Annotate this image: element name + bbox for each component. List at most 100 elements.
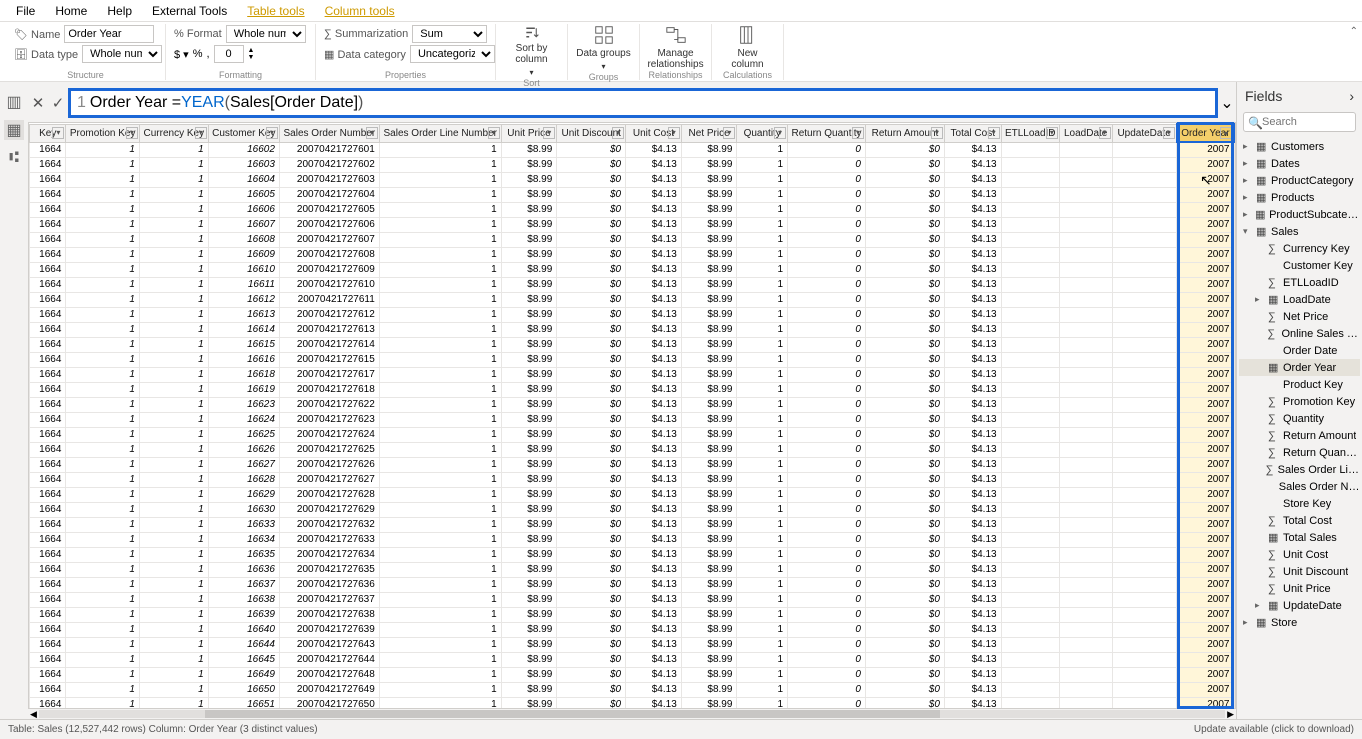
table-row[interactable]: 16641116612200704217276111$8.99$0$4.13$8… (30, 292, 1235, 307)
menu-external-tools[interactable]: External Tools (142, 1, 237, 21)
table-node-store[interactable]: ▸▦Store (1239, 614, 1360, 631)
table-row[interactable]: 16641116613200704217276121$8.99$0$4.13$8… (30, 307, 1235, 322)
field-unit-price[interactable]: ∑Unit Price (1239, 580, 1360, 597)
table-row[interactable]: 16641116625200704217276241$8.99$0$4.13$8… (30, 427, 1235, 442)
table-row[interactable]: 16641116627200704217276261$8.99$0$4.13$8… (30, 457, 1235, 472)
menu-help[interactable]: Help (97, 1, 142, 21)
table-row[interactable]: 16641116637200704217276361$8.99$0$4.13$8… (30, 577, 1235, 592)
col-header-unit-discount[interactable]: Unit Discount▾ (557, 124, 626, 142)
decimals-input[interactable] (214, 45, 244, 63)
field-promotion-key[interactable]: ∑Promotion Key (1239, 393, 1360, 410)
currency-btn[interactable]: $ ▾ (174, 48, 189, 61)
data-grid[interactable]: Key▾Promotion Key▾Currency Key▾Customer … (28, 122, 1236, 709)
formula-expand-icon[interactable]: ⌄ (1218, 88, 1236, 118)
table-node-productcategory[interactable]: ▸▦ProductCategory (1239, 172, 1360, 189)
filter-drop-icon[interactable]: ▾ (774, 127, 786, 139)
manage-relationships-button[interactable]: Manage relationships (648, 24, 703, 70)
col-header-loaddate[interactable]: LoadDate▾ (1059, 124, 1112, 142)
filter-drop-icon[interactable]: ▾ (266, 127, 278, 139)
data-view-icon[interactable]: ▦ (4, 120, 24, 140)
dec-down[interactable]: ▼ (248, 54, 255, 61)
field-updatedate[interactable]: ▸▦UpdateDate (1239, 597, 1360, 614)
field-order-date[interactable]: Order Date (1239, 342, 1360, 359)
col-header-return-amount[interactable]: Return Amount▾ (865, 124, 944, 142)
table-row[interactable]: 16641116618200704217276171$8.99$0$4.13$8… (30, 367, 1235, 382)
field-currency-key[interactable]: ∑Currency Key (1239, 240, 1360, 257)
model-view-icon[interactable]: ⑆ (4, 148, 24, 168)
col-header-currency-key[interactable]: Currency Key▾ (139, 124, 208, 142)
col-header-updatedate[interactable]: UpdateDate▾ (1112, 124, 1177, 142)
table-row[interactable]: 16641116602200704217276011$8.99$0$4.13$8… (30, 142, 1235, 157)
percent-btn[interactable]: % (193, 48, 203, 60)
table-row[interactable]: 16641116615200704217276141$8.99$0$4.13$8… (30, 337, 1235, 352)
col-header-customer-key[interactable]: Customer Key▾ (208, 124, 279, 142)
filter-drop-icon[interactable]: ▾ (488, 127, 500, 139)
sort-by-column-button[interactable]: Sort by column▾ (504, 24, 559, 78)
filter-drop-icon[interactable]: ▾ (852, 127, 864, 139)
field-online-sales-key[interactable]: ∑Online Sales Key (1239, 325, 1360, 342)
field-order-year[interactable]: ▦Order Year (1239, 359, 1360, 376)
col-header-order-year[interactable]: Order Year▾ (1177, 124, 1234, 142)
filter-drop-icon[interactable]: ▾ (723, 127, 735, 139)
table-row[interactable]: 16641116636200704217276351$8.99$0$4.13$8… (30, 562, 1235, 577)
field-customer-key[interactable]: Customer Key (1239, 257, 1360, 274)
table-row[interactable]: 16641116650200704217276491$8.99$0$4.13$8… (30, 682, 1235, 697)
filter-drop-icon[interactable]: ▾ (195, 127, 207, 139)
table-row[interactable]: 16641116649200704217276481$8.99$0$4.13$8… (30, 667, 1235, 682)
datatype-select[interactable]: Whole number (82, 45, 162, 63)
filter-drop-icon[interactable]: ▾ (366, 127, 378, 139)
table-row[interactable]: 16641116608200704217276071$8.99$0$4.13$8… (30, 232, 1235, 247)
menu-table-tools[interactable]: Table tools (237, 1, 314, 21)
table-row[interactable]: 16641116645200704217276441$8.99$0$4.13$8… (30, 652, 1235, 667)
filter-drop-icon[interactable]: ▾ (1046, 127, 1058, 139)
table-row[interactable]: 16641116604200704217276031$8.99$0$4.13$8… (30, 172, 1235, 187)
filter-drop-icon[interactable]: ▾ (1163, 127, 1175, 139)
comma-btn[interactable]: , (206, 48, 209, 60)
summarization-select[interactable]: Sum (412, 25, 487, 43)
field-total-sales[interactable]: ▦Total Sales (1239, 529, 1360, 546)
field-quantity[interactable]: ∑Quantity (1239, 410, 1360, 427)
table-row[interactable]: 16641116616200704217276151$8.99$0$4.13$8… (30, 352, 1235, 367)
filter-drop-icon[interactable]: ▾ (612, 127, 624, 139)
col-header-quantity[interactable]: Quantity▾ (737, 124, 788, 142)
fields-expand-icon[interactable]: › (1349, 88, 1354, 104)
data-groups-button[interactable]: Data groups▾ (576, 24, 631, 72)
table-row[interactable]: 16641116611200704217276101$8.99$0$4.13$8… (30, 277, 1235, 292)
filter-drop-icon[interactable]: ▾ (668, 127, 680, 139)
col-header-sales-order-number[interactable]: Sales Order Number▾ (279, 124, 379, 142)
col-header-unit-cost[interactable]: Unit Cost▾ (626, 124, 682, 142)
menu-file[interactable]: File (6, 1, 45, 21)
new-column-button[interactable]: New column (720, 24, 775, 70)
filter-drop-icon[interactable]: ▾ (988, 127, 1000, 139)
name-input[interactable] (64, 25, 154, 43)
table-row[interactable]: 16641116638200704217276371$8.99$0$4.13$8… (30, 592, 1235, 607)
table-row[interactable]: 16641116623200704217276221$8.99$0$4.13$8… (30, 397, 1235, 412)
table-row[interactable]: 16641116603200704217276021$8.99$0$4.13$8… (30, 157, 1235, 172)
table-row[interactable]: 16641116644200704217276431$8.99$0$4.13$8… (30, 637, 1235, 652)
field-sales-order-number[interactable]: Sales Order Number (1239, 478, 1360, 495)
table-row[interactable]: 16641116614200704217276131$8.99$0$4.13$8… (30, 322, 1235, 337)
filter-drop-icon[interactable]: ▾ (543, 127, 555, 139)
col-header-promotion-key[interactable]: Promotion Key▾ (66, 124, 139, 142)
col-header-total-cost[interactable]: Total Cost▾ (944, 124, 1001, 142)
table-node-dates[interactable]: ▸▦Dates (1239, 155, 1360, 172)
menu-home[interactable]: Home (45, 1, 97, 21)
table-row[interactable]: 16641116651200704217276501$8.99$0$4.13$8… (30, 697, 1235, 709)
menu-column-tools[interactable]: Column tools (315, 1, 405, 21)
table-row[interactable]: 16641116619200704217276181$8.99$0$4.13$8… (30, 382, 1235, 397)
field-store-key[interactable]: Store Key (1239, 495, 1360, 512)
table-row[interactable]: 16641116610200704217276091$8.99$0$4.13$8… (30, 262, 1235, 277)
col-header-unit-price[interactable]: Unit Price▾ (501, 124, 557, 142)
data-category-select[interactable]: Uncategorized (410, 45, 495, 63)
formula-input[interactable]: 1 Order Year = YEAR ( Sales[Order Date] … (68, 88, 1218, 118)
filter-drop-icon[interactable]: ▾ (1099, 127, 1111, 139)
formula-cancel-icon[interactable]: ✕ (28, 93, 48, 113)
table-row[interactable]: 16641116629200704217276281$8.99$0$4.13$8… (30, 487, 1235, 502)
table-row[interactable]: 16641116640200704217276391$8.99$0$4.13$8… (30, 622, 1235, 637)
table-row[interactable]: 16641116609200704217276081$8.99$0$4.13$8… (30, 247, 1235, 262)
table-row[interactable]: 16641116639200704217276381$8.99$0$4.13$8… (30, 607, 1235, 622)
table-row[interactable]: 16641116634200704217276331$8.99$0$4.13$8… (30, 532, 1235, 547)
field-return-quantity[interactable]: ∑Return Quantity (1239, 444, 1360, 461)
col-header-sales-order-line-number[interactable]: Sales Order Line Number▾ (379, 124, 501, 142)
field-loaddate[interactable]: ▸▦LoadDate (1239, 291, 1360, 308)
